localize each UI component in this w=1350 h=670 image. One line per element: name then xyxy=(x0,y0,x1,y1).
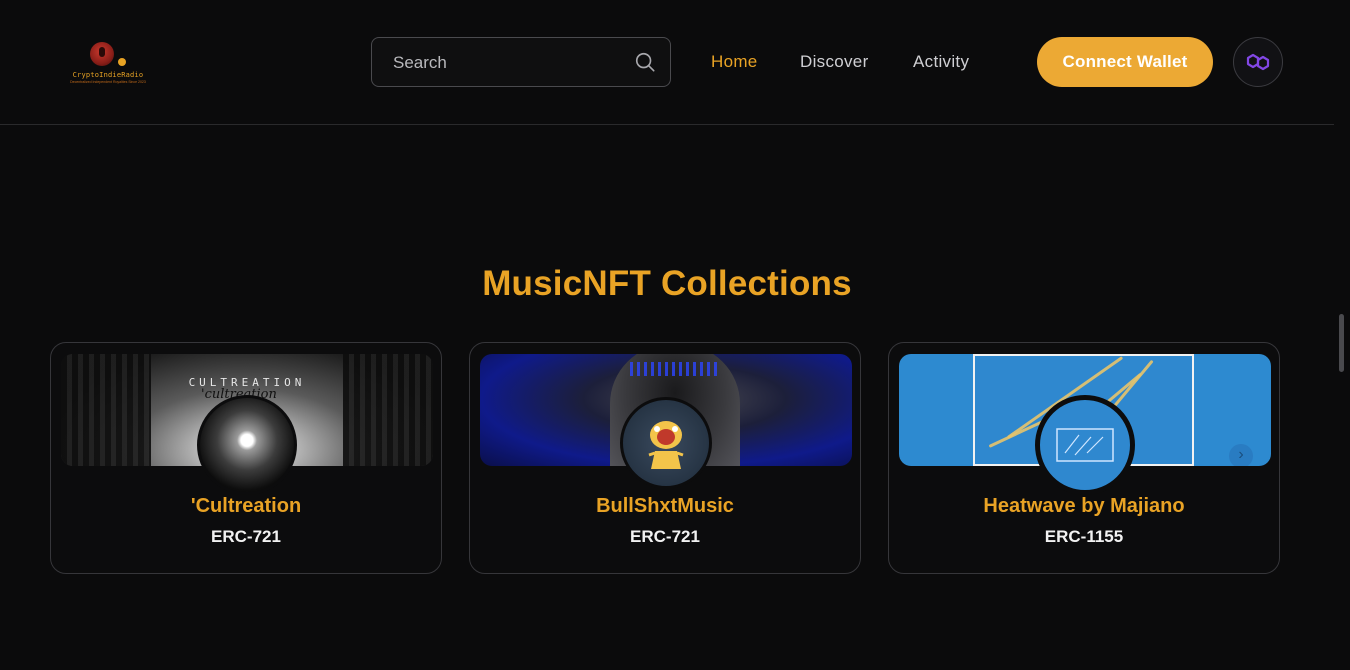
scrollbar-thumb[interactable] xyxy=(1339,314,1344,372)
collection-avatar xyxy=(1035,395,1135,495)
search-icon[interactable] xyxy=(634,51,656,73)
collection-name[interactable]: Heatwave by Majiano xyxy=(889,495,1279,518)
section-title: MusicNFT Collections xyxy=(482,264,852,303)
logo-dot xyxy=(118,58,126,66)
site-logo[interactable]: CryptoIndieRadio Decentralized Independe… xyxy=(62,38,152,88)
page-scrollbar[interactable] xyxy=(1334,0,1350,670)
search-placeholder: Search xyxy=(393,53,447,72)
artwork-thumbnail-icon xyxy=(1056,428,1114,462)
collection-name[interactable]: 'Cultreation xyxy=(51,495,441,518)
site-header: CryptoIndieRadio Decentralized Independe… xyxy=(0,0,1334,125)
collection-card-cultreation[interactable]: CULTREATION 'cultreation 'Cultreation ER… xyxy=(50,342,442,574)
nav-activity[interactable]: Activity xyxy=(913,52,969,72)
collection-name[interactable]: BullShxtMusic xyxy=(470,495,860,518)
collection-standard: ERC-721 xyxy=(630,527,700,546)
search-input[interactable]: Search xyxy=(371,37,671,87)
connect-wallet-button[interactable]: Connect Wallet xyxy=(1037,37,1213,87)
logo-name: CryptoIndieRadio xyxy=(72,71,144,79)
banner-trees-left xyxy=(61,354,151,466)
polygon-icon xyxy=(1246,53,1270,71)
banner-mask-lights xyxy=(630,362,720,376)
crying-character-icon xyxy=(648,421,684,469)
collection-standard: ERC-1155 xyxy=(1044,527,1124,546)
microphone-icon xyxy=(90,42,114,66)
logo-tagline: Decentralized Independent Royalties Sinc… xyxy=(70,80,146,84)
collection-avatar xyxy=(197,395,297,495)
collection-card-bullshxtmusic[interactable]: BullShxtMusic ERC-721 xyxy=(469,342,861,574)
network-selector-button[interactable] xyxy=(1233,37,1283,87)
collection-avatar xyxy=(620,397,712,489)
banner-trees-right xyxy=(343,354,433,466)
chevron-right-icon[interactable]: › xyxy=(1229,444,1253,466)
collection-card-heatwave[interactable]: › Heatwave by Majiano ERC-1155 xyxy=(888,342,1280,574)
nav-home[interactable]: Home xyxy=(711,52,758,72)
nav-discover[interactable]: Discover xyxy=(800,52,869,72)
collection-standard: ERC-721 xyxy=(211,527,281,546)
